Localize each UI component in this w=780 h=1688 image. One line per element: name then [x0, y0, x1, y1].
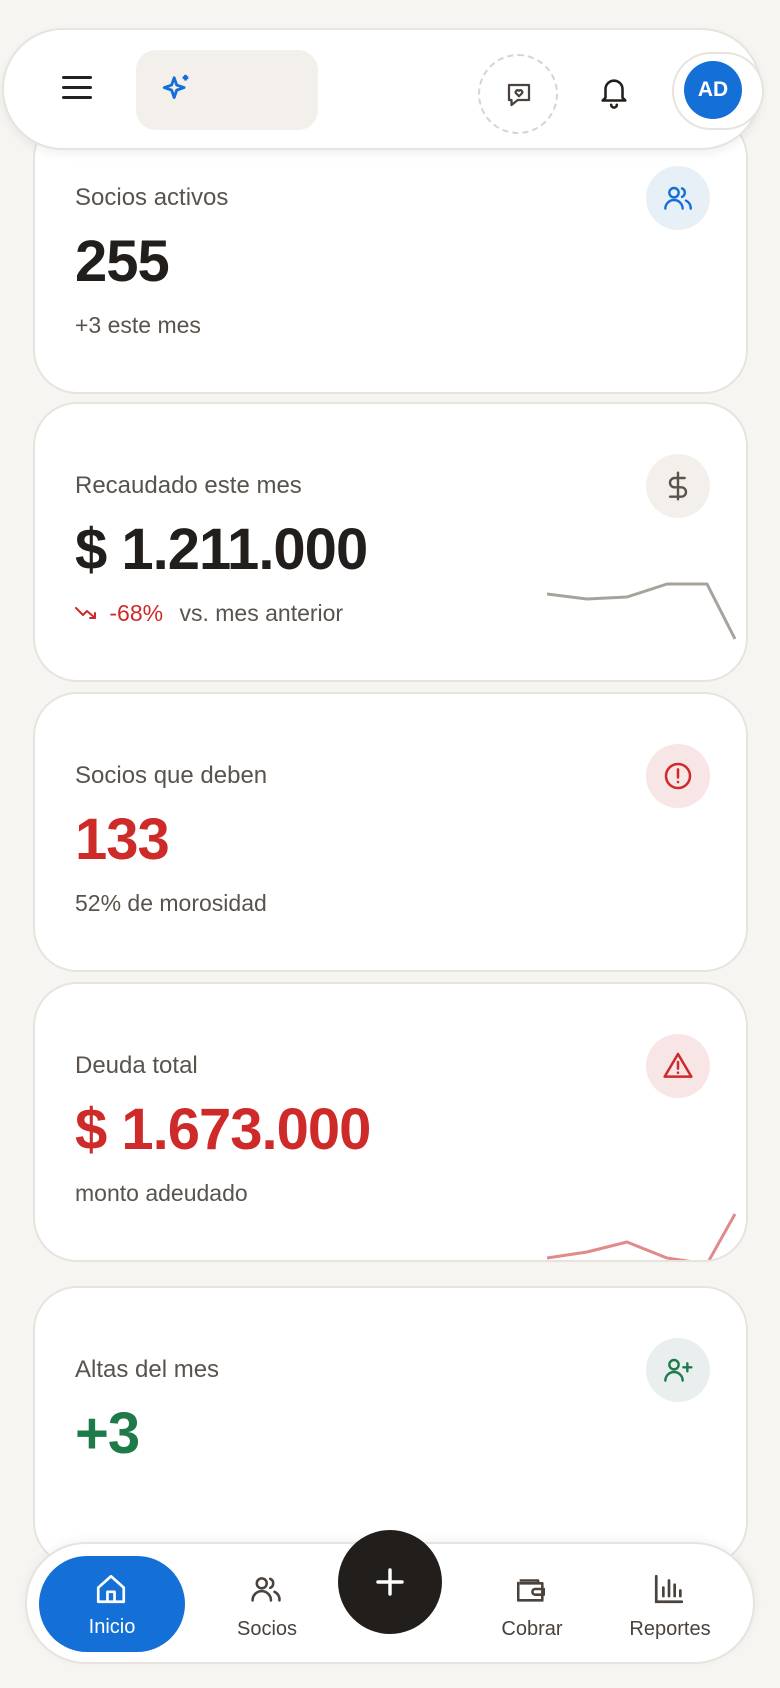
card-active-members[interactable]: Socios activos 255 +3 este mes: [33, 114, 748, 394]
bell-icon[interactable]: [597, 74, 631, 110]
nav-item-reportes[interactable]: Reportes: [600, 1544, 740, 1666]
users-icon: [646, 166, 710, 230]
sparkle-icon: [162, 74, 189, 99]
card-value: 133: [75, 807, 170, 872]
card-new-members[interactable]: Altas del mes +3: [33, 1286, 748, 1566]
menu-icon[interactable]: [62, 76, 92, 106]
nav-label: Socios: [236, 1618, 298, 1640]
user-plus-icon: [646, 1338, 710, 1402]
card-label: Socios que deben: [75, 762, 268, 789]
add-button[interactable]: [338, 1530, 442, 1634]
plus-icon: [376, 1568, 404, 1596]
bar-chart-icon: [654, 1574, 684, 1604]
card-label: Altas del mes: [75, 1356, 220, 1383]
card-label: Socios activos: [75, 184, 229, 211]
chat-heart-icon: [507, 83, 531, 107]
ai-assistant-button[interactable]: [136, 50, 318, 130]
home-icon: [96, 1574, 126, 1604]
card-sub: +3 este mes: [75, 312, 201, 338]
dashboard-page: AD Socios activos 255 +3 este mes Recaud…: [0, 0, 780, 1688]
card-members-owing[interactable]: Socios que deben 133 52% de morosidad: [33, 692, 748, 972]
nav-label: Reportes: [629, 1618, 711, 1640]
card-value: +3: [75, 1401, 140, 1466]
nav-label: Inicio: [88, 1616, 136, 1638]
card-total-debt[interactable]: Deuda total $ 1.673.000 monto adeudado: [33, 982, 748, 1262]
nav-item-socios[interactable]: Socios: [197, 1544, 337, 1666]
nav-label: Cobrar: [501, 1618, 563, 1640]
wallet-icon: [516, 1579, 546, 1602]
nav-item-cobrar[interactable]: Cobrar: [462, 1544, 602, 1666]
card-value: 255: [75, 229, 170, 294]
nav-item-inicio[interactable]: Inicio: [39, 1556, 185, 1652]
revenue-sparkline: [546, 582, 737, 640]
card-collected-month[interactable]: Recaudado este mes $ 1.211.000 -68% vs. …: [33, 402, 748, 682]
card-sub: 52% de morosidad: [75, 890, 267, 916]
users-icon: [251, 1577, 281, 1602]
avatar[interactable]: AD: [684, 61, 742, 119]
debt-sparkline: [546, 1213, 737, 1260]
top-bar: AD: [2, 28, 764, 150]
profile-menu[interactable]: AD: [672, 52, 764, 130]
feedback-button[interactable]: [478, 54, 558, 134]
alert-circle-icon: [646, 744, 710, 808]
